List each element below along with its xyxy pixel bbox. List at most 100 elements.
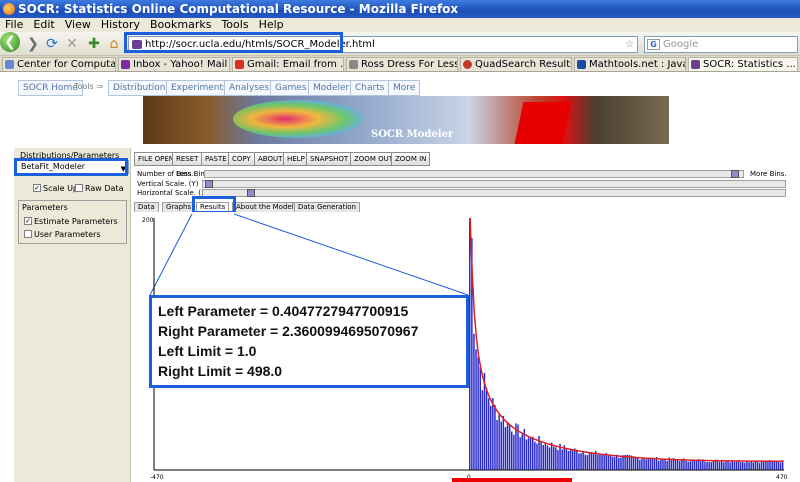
socr-tab-more[interactable]: More bbox=[388, 80, 421, 96]
histogram-bar bbox=[729, 462, 731, 470]
histogram-bar bbox=[674, 459, 677, 470]
bookmark-star-icon[interactable]: ☆ bbox=[625, 37, 634, 52]
histogram-bar bbox=[723, 462, 725, 470]
histogram-bar bbox=[473, 333, 475, 470]
vertical-scale-slider[interactable] bbox=[202, 180, 786, 188]
back-button[interactable]: ❮ bbox=[0, 32, 20, 52]
histogram-bar bbox=[739, 462, 742, 470]
histogram-bar bbox=[704, 461, 706, 470]
histogram-bar bbox=[622, 455, 624, 470]
menu-history[interactable]: History bbox=[96, 18, 145, 32]
histogram-bar bbox=[763, 461, 765, 470]
tab-center-for-computa[interactable]: Center for Computa... bbox=[2, 57, 116, 71]
histogram-bar bbox=[525, 439, 528, 470]
raw-data-checkbox[interactable] bbox=[75, 184, 83, 192]
histogram-bar bbox=[685, 460, 687, 470]
tab-yahoo-mail[interactable]: Inbox - Yahoo! Mail bbox=[118, 57, 230, 71]
histogram-bar bbox=[708, 461, 710, 470]
estimate-parameters-checkbox[interactable]: ✓ bbox=[24, 217, 32, 225]
socr-tab-modeler[interactable]: Modeler bbox=[308, 80, 355, 96]
histogram-bar bbox=[540, 442, 542, 470]
histogram-bar bbox=[731, 461, 733, 470]
tab-graphs[interactable]: Graphs bbox=[162, 202, 196, 212]
histogram-bar bbox=[651, 457, 654, 470]
histogram-bar bbox=[727, 460, 729, 470]
url-highlight-annotation bbox=[124, 32, 343, 53]
histogram-bar bbox=[582, 452, 584, 470]
menu-file[interactable]: File bbox=[0, 18, 28, 32]
tab-gmail[interactable]: Gmail: Email from ... bbox=[232, 57, 344, 71]
search-placeholder: Google bbox=[663, 39, 699, 50]
forward-button[interactable]: ❯ bbox=[26, 35, 40, 53]
x-tick-label-right: 470 bbox=[776, 474, 788, 481]
histogram-bar bbox=[660, 459, 662, 470]
histogram-bar bbox=[574, 448, 576, 470]
histogram-bar bbox=[565, 448, 568, 470]
x-tick-label-left: -470 bbox=[150, 474, 164, 481]
histogram-bar bbox=[725, 461, 727, 470]
histogram-bar bbox=[536, 443, 538, 470]
histogram-bar bbox=[693, 459, 696, 470]
help-button[interactable]: HELP bbox=[283, 152, 309, 166]
histogram-bar bbox=[718, 461, 721, 470]
socr-tab-charts[interactable]: Charts bbox=[350, 80, 390, 96]
tab-about-the-model[interactable]: About the Model bbox=[232, 202, 298, 212]
socr-tab-analyses[interactable]: Analyses bbox=[224, 80, 275, 96]
histogram-bar bbox=[712, 460, 715, 470]
socr-tab-games[interactable]: Games bbox=[270, 80, 312, 96]
histogram-bar bbox=[588, 453, 591, 470]
menu-help[interactable]: Help bbox=[254, 18, 289, 32]
snapshot-button[interactable]: SNAPSHOT bbox=[306, 152, 353, 166]
home-icon[interactable]: ⌂ bbox=[106, 35, 122, 53]
histogram-bar bbox=[639, 459, 641, 470]
bottom-red-bar bbox=[452, 478, 572, 482]
scale-up-checkbox[interactable]: ✓ bbox=[33, 184, 41, 192]
search-input[interactable]: G Google bbox=[644, 36, 798, 53]
horizontal-scale-thumb[interactable] bbox=[247, 189, 255, 197]
histogram-bar bbox=[733, 461, 736, 470]
menu-bookmarks[interactable]: Bookmarks bbox=[145, 18, 216, 32]
tab-mathtools[interactable]: Mathtools.net : Java... bbox=[574, 57, 686, 71]
histogram-bar bbox=[508, 425, 511, 470]
stop-icon[interactable]: ✕ bbox=[64, 35, 80, 53]
histogram-bar bbox=[767, 461, 769, 470]
vertical-scale-thumb[interactable] bbox=[205, 180, 213, 188]
histogram-bar bbox=[584, 454, 586, 470]
zoom-out-button[interactable]: ZOOM OUT bbox=[350, 152, 397, 166]
menu-edit[interactable]: Edit bbox=[28, 18, 59, 32]
histogram-bar bbox=[557, 450, 559, 470]
callout-line bbox=[149, 213, 193, 296]
histogram-bar bbox=[477, 356, 479, 470]
reset-button[interactable]: RESET bbox=[172, 152, 203, 166]
zoom-in-button[interactable]: ZOOM IN bbox=[391, 152, 431, 166]
paste-button[interactable]: PASTE bbox=[201, 152, 231, 166]
histogram-bar bbox=[742, 462, 744, 470]
histogram-bar bbox=[616, 454, 618, 470]
bins-slider[interactable] bbox=[204, 170, 744, 178]
right-limit-text: Right Limit = 498.0 bbox=[158, 363, 283, 379]
histogram-bar bbox=[603, 454, 605, 470]
bins-slider-thumb[interactable] bbox=[731, 170, 739, 178]
modeler-toolbar: FILE OPEN RESET PASTE COPY ABOUT HELP SN… bbox=[134, 152, 800, 166]
user-parameters-checkbox[interactable] bbox=[24, 230, 32, 238]
histogram-bar bbox=[601, 454, 603, 470]
histogram-bar bbox=[664, 459, 666, 470]
menu-view[interactable]: View bbox=[60, 18, 96, 32]
tab-data[interactable]: Data bbox=[134, 202, 159, 212]
banner-title: SOCR Modeler bbox=[371, 129, 454, 140]
horizontal-scale-slider[interactable] bbox=[202, 189, 786, 197]
histogram-bar bbox=[645, 459, 647, 470]
menu-tools[interactable]: Tools bbox=[216, 18, 253, 32]
parameters-label: Parameters bbox=[22, 203, 68, 212]
tab-socr-active[interactable]: SOCR: Statistics ... bbox=[688, 57, 798, 71]
tab-data-generation[interactable]: Data Generation bbox=[294, 202, 360, 212]
add-bookmark-icon[interactable]: ✚ bbox=[86, 35, 102, 53]
tab-ross-dress[interactable]: Ross Dress For Less... bbox=[346, 57, 458, 71]
copy-button[interactable]: COPY bbox=[228, 152, 255, 166]
socr-tab-experiments[interactable]: Experiments bbox=[166, 80, 233, 96]
histogram-bar bbox=[735, 461, 738, 470]
about-button[interactable]: ABOUT bbox=[254, 152, 287, 166]
reload-icon[interactable]: ⟳ bbox=[44, 35, 60, 53]
histogram-bar bbox=[586, 455, 589, 470]
tab-quadsearch[interactable]: QuadSearch Results... bbox=[460, 57, 572, 71]
